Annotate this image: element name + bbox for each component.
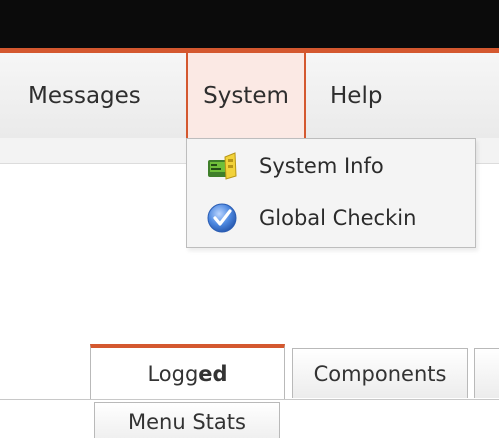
dropdown-item-global-checkin-label: Global Checkin — [259, 206, 417, 230]
tab-logged[interactable]: Logg ed — [90, 344, 285, 400]
tab-divider — [0, 399, 499, 400]
checkmark-circle-icon — [205, 201, 239, 235]
tab-partial[interactable] — [474, 348, 499, 398]
menu-stats-label: Menu Stats — [128, 410, 246, 434]
menu-help[interactable]: Help — [330, 53, 382, 138]
dropdown-item-system-info[interactable]: System Info — [187, 141, 475, 191]
tab-components-label: Components — [313, 361, 447, 386]
module-tabs: Logg ed Components — [0, 340, 499, 400]
menu-system-label: System — [203, 82, 289, 109]
system-dropdown-menu: System Info Global Checkin — [186, 138, 476, 248]
menu-messages[interactable]: Messages — [28, 53, 141, 138]
tab-components[interactable]: Components — [292, 348, 468, 398]
dropdown-item-system-info-label: System Info — [259, 154, 384, 178]
menu-system[interactable]: System — [186, 53, 306, 138]
top-header-bar — [0, 0, 499, 48]
menu-stats-button[interactable]: Menu Stats — [94, 402, 280, 438]
dropdown-item-global-checkin[interactable]: Global Checkin — [187, 193, 475, 243]
page: Messages System Help System Info Global … — [0, 0, 499, 438]
menu-help-label: Help — [330, 82, 383, 109]
system-info-icon — [205, 149, 239, 183]
tab-logged-label-suffix: ed — [198, 362, 228, 386]
menu-messages-label: Messages — [28, 82, 141, 109]
tab-logged-label-prefix: Logg — [147, 362, 199, 386]
main-menu-bar: Messages System Help — [0, 53, 499, 139]
